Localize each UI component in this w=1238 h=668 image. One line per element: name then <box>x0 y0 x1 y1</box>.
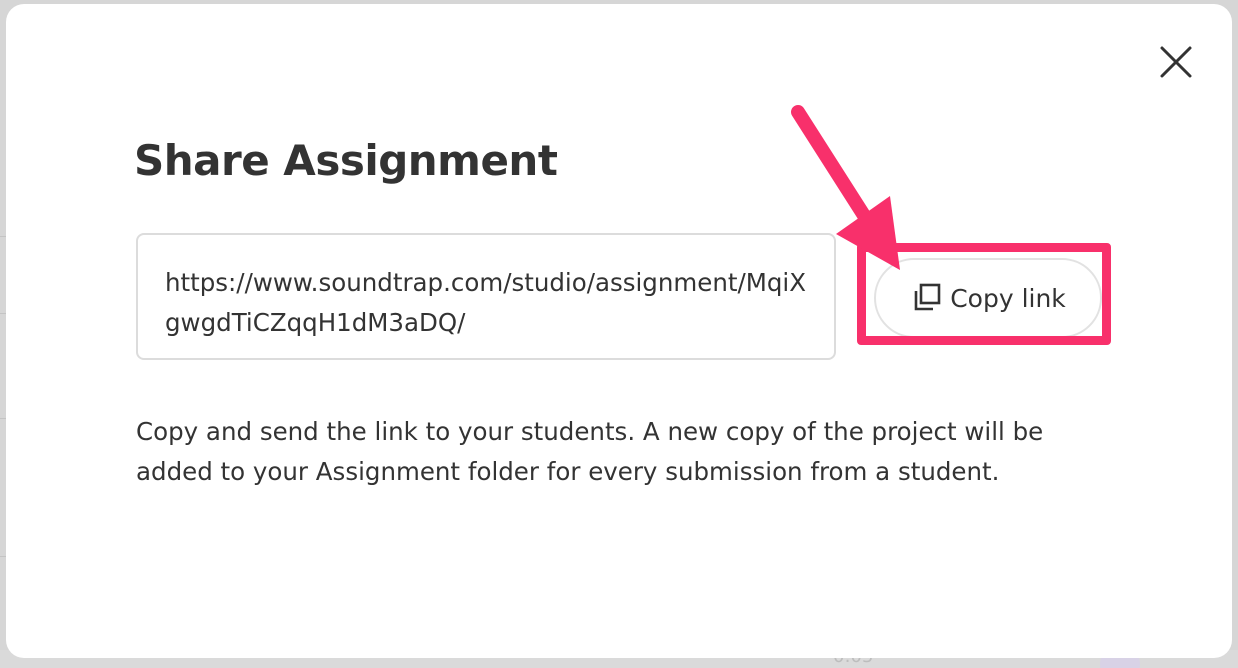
copy-icon <box>914 283 941 311</box>
close-button[interactable] <box>1156 42 1196 82</box>
screen: 0:05 Share Assignment https://www.soundt… <box>0 0 1238 668</box>
share-link-field[interactable]: https://www.soundtrap.com/studio/assignm… <box>136 233 836 360</box>
share-instructions: Copy and send the link to your students.… <box>136 417 1044 486</box>
copy-link-label: Copy link <box>950 283 1066 313</box>
close-icon[interactable] <box>1159 45 1193 79</box>
modal-title: Share Assignment <box>134 136 558 185</box>
share-assignment-modal: Share Assignment https://www.soundtrap.c… <box>6 4 1232 658</box>
copy-link-button[interactable]: Copy link <box>874 258 1102 338</box>
